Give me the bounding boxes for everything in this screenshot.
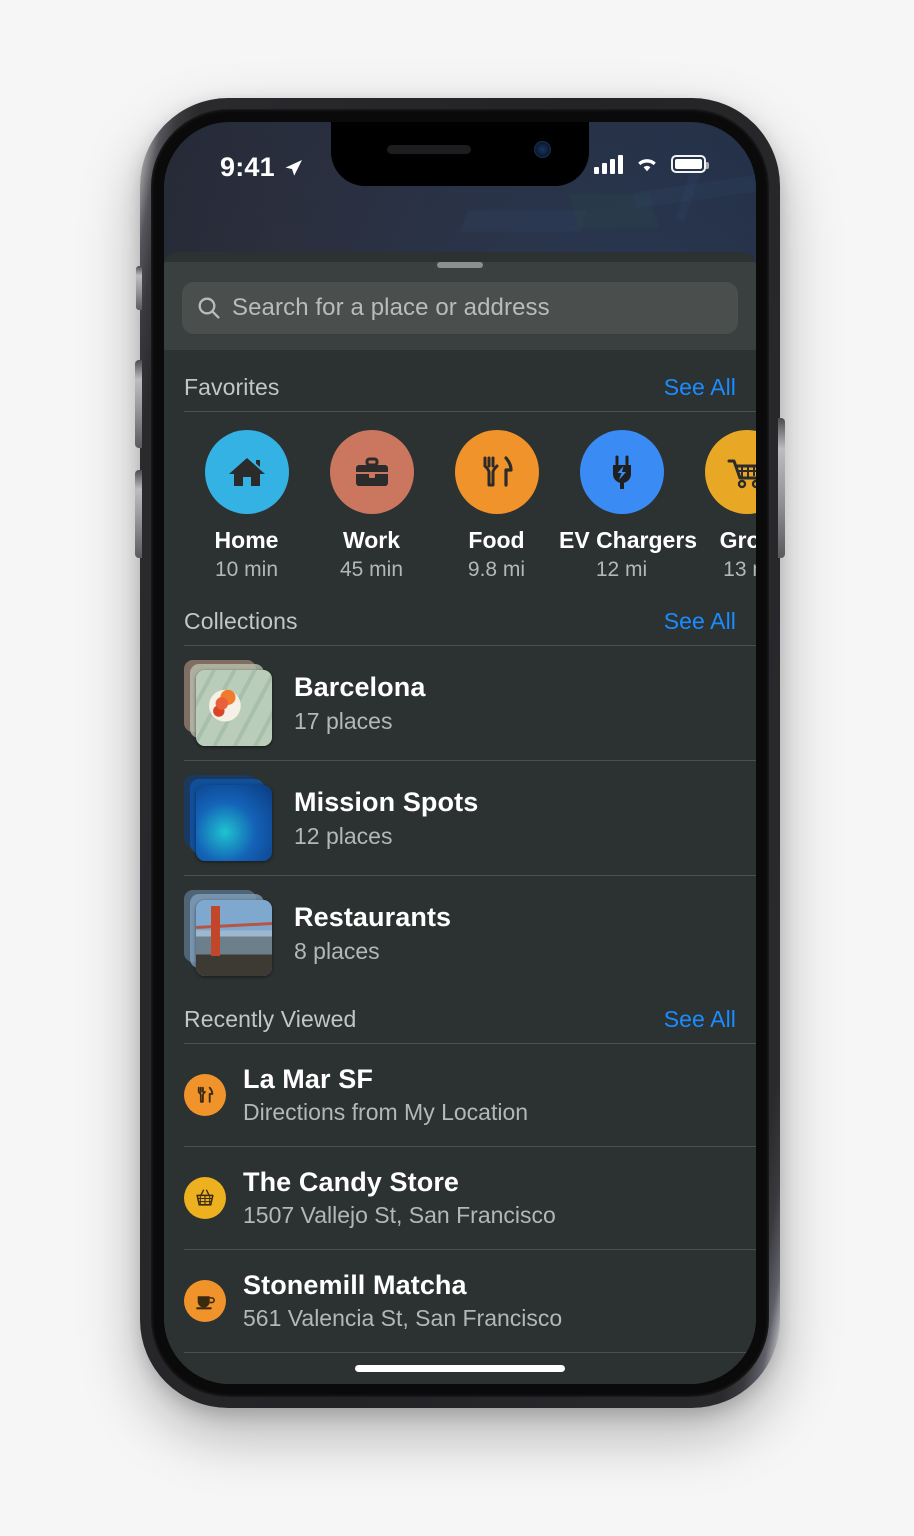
collection-thumbnail-stack <box>184 660 274 746</box>
iphone-device-frame: 9:41 Search for a place or address Favor… <box>135 98 785 1408</box>
recently-viewed-title: Recently Viewed <box>184 1006 357 1032</box>
fork-knife-icon <box>454 430 539 514</box>
place-detail: 1507 Vallejo St, San Francisco <box>243 1202 556 1228</box>
search-placeholder: Search for a place or address <box>232 294 550 321</box>
place-row-the-candy-store[interactable]: The Candy Store 1507 Vallejo St, San Fra… <box>164 1147 756 1249</box>
favorite-detail: 45 min <box>339 558 404 581</box>
search-icon <box>198 297 220 319</box>
place-detail: Directions from My Location <box>243 1099 529 1125</box>
favorites-title: Favorites <box>184 374 280 400</box>
device-screen: 9:41 Search for a place or address Favor… <box>164 122 756 1384</box>
map-road-shape <box>459 210 589 232</box>
favorite-item-groceries[interactable]: Groc 13 m <box>684 430 756 582</box>
mute-switch-button[interactable] <box>136 266 142 310</box>
favorites-list[interactable]: Home 10 min Work 45 min Food 9.8 mi EV C… <box>164 412 756 592</box>
place-row-la-mar-sf[interactable]: La Mar SF Directions from My Location <box>164 1044 756 1146</box>
favorites-section-header: Favorites See All <box>164 358 756 411</box>
collection-count: 8 places <box>294 937 380 964</box>
fork-knife-glyph <box>483 456 513 487</box>
favorite-detail: 12 mi <box>595 558 648 581</box>
collection-count: 12 places <box>294 822 393 849</box>
favorite-item-food[interactable]: Food 9.8 mi <box>434 430 559 582</box>
favorite-detail: 9.8 mi <box>467 558 526 581</box>
favorite-label: Work <box>342 527 401 553</box>
star-icon <box>184 1383 226 1384</box>
place-name: La Mar SF <box>243 1064 373 1094</box>
ev-plug-icon <box>579 430 664 514</box>
place-detail: 561 Valencia St, San Francisco <box>243 1305 563 1331</box>
volume-up-button[interactable] <box>135 360 142 448</box>
earpiece-speaker <box>387 145 471 154</box>
place-text: La Mar SF Directions from My Location <box>243 1064 528 1126</box>
collection-thumbnail-stack <box>184 775 274 861</box>
place-name: The Candy Store <box>243 1167 460 1197</box>
ev-plug-glyph <box>612 455 631 489</box>
collection-thumbnail-stack <box>184 890 274 976</box>
shopping-cart-icon <box>704 430 756 514</box>
collection-name: Mission Spots <box>294 786 479 817</box>
favorite-item-work[interactable]: Work 45 min <box>309 430 434 582</box>
favorite-label: Groc <box>719 527 756 553</box>
sheet-scroll-area[interactable]: Favorites See All Home 10 min Work 45 mi… <box>164 358 756 1384</box>
collection-text: Barcelona 17 places <box>294 672 736 735</box>
collections-see-all-button[interactable]: See All <box>664 608 736 635</box>
collection-count: 17 places <box>294 707 393 734</box>
briefcase-glyph <box>355 457 388 486</box>
recently-viewed-see-all-button[interactable]: See All <box>664 1006 736 1033</box>
collections-section-header: Collections See All <box>164 592 756 645</box>
favorite-label: Food <box>468 527 525 553</box>
collection-name: Barcelona <box>294 671 426 702</box>
place-text: Stonemill Matcha 561 Valencia St, San Fr… <box>243 1270 562 1332</box>
basket-icon <box>184 1177 226 1219</box>
collection-name: Restaurants <box>294 901 452 932</box>
device-notch <box>331 122 589 186</box>
favorite-detail: 13 m <box>723 558 756 581</box>
collection-row-barcelona[interactable]: Barcelona 17 places <box>164 646 756 760</box>
screenshot-stage: 9:41 Search for a place or address Favor… <box>0 0 914 1536</box>
volume-down-button[interactable] <box>135 470 142 558</box>
recently-viewed-section-header: Recently Viewed See All <box>164 990 756 1043</box>
search-input[interactable]: Search for a place or address <box>182 282 738 334</box>
place-name: Stonemill Matcha <box>243 1270 467 1300</box>
golden-gate-thumbnail <box>196 900 272 976</box>
coffee-cup-icon <box>184 1280 226 1322</box>
favorite-item-home[interactable]: Home 10 min <box>184 430 309 582</box>
collection-text: Mission Spots 12 places <box>294 787 736 850</box>
home-indicator[interactable] <box>355 1365 565 1372</box>
favorite-label: EV Chargers <box>559 527 698 553</box>
sheet-grabber-handle[interactable] <box>437 262 483 268</box>
briefcase-icon <box>329 430 414 514</box>
favorite-item-ev-chargers[interactable]: EV Chargers 12 mi <box>559 430 698 582</box>
fork-knife-icon <box>184 1074 226 1116</box>
shopping-cart-glyph <box>727 459 756 489</box>
collection-text: Restaurants 8 places <box>294 902 736 965</box>
collections-title: Collections <box>184 608 298 634</box>
place-row-stonemill-matcha[interactable]: Stonemill Matcha 561 Valencia St, San Fr… <box>164 1250 756 1352</box>
place-text: The Candy Store 1507 Vallejo St, San Fra… <box>243 1167 556 1229</box>
house-glyph <box>228 458 265 486</box>
collection-row-restaurants[interactable]: Restaurants 8 places <box>164 876 756 990</box>
places-sheet: Search for a place or address Favorites … <box>164 252 756 1384</box>
food-plate-thumbnail <box>196 670 272 746</box>
house-icon <box>204 430 289 514</box>
collection-row-mission-spots[interactable]: Mission Spots 12 places <box>164 761 756 875</box>
coffee-cup-glyph <box>196 1296 215 1310</box>
side-power-button[interactable] <box>778 418 785 558</box>
favorites-see-all-button[interactable]: See All <box>664 374 736 401</box>
fork-knife-glyph <box>197 1086 214 1103</box>
search-header: Search for a place or address <box>164 262 756 350</box>
favorite-label: Home <box>214 527 279 553</box>
front-camera <box>534 141 551 158</box>
blue-mural-thumbnail <box>196 785 272 861</box>
device-bezel: 9:41 Search for a place or address Favor… <box>151 109 769 1397</box>
favorite-detail: 10 min <box>214 558 279 581</box>
basket-glyph <box>196 1189 214 1206</box>
